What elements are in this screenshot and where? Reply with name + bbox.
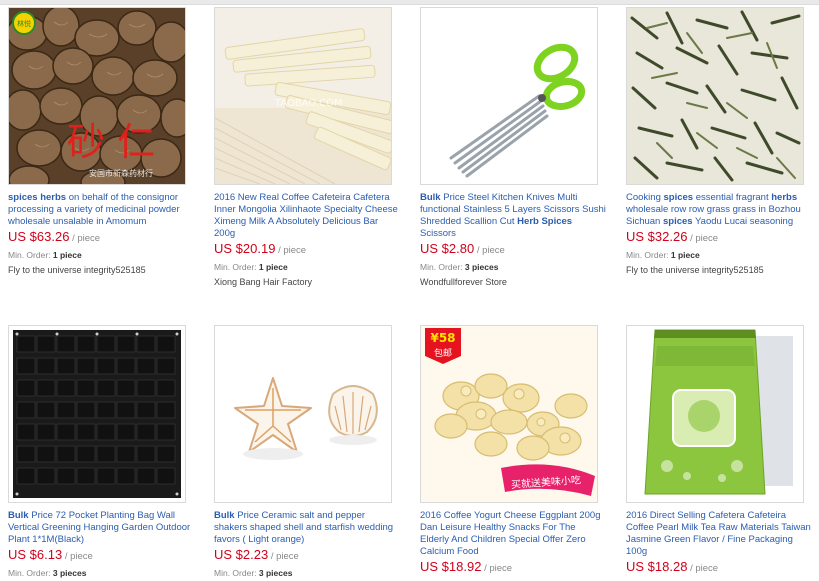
store-link[interactable]: Fly to the universe integrity525185 (8, 265, 146, 275)
title-text: essential fragrant (693, 192, 772, 203)
image-watermark-text: 砂 仁 (67, 120, 155, 164)
product-price: US $18.28 / piece (626, 559, 719, 574)
title-text: Price 72 Pocket Planting Bag Wall Vertic… (8, 510, 191, 545)
title-text: 2016 Coffee Yogurt Cheese Eggplant 200g … (420, 510, 601, 557)
product-title-link[interactable]: spices herbs on behalf of the consignor … (8, 192, 194, 228)
price-badge-text: ¥58 (430, 331, 455, 345)
title-keyword: spices (662, 216, 693, 227)
min-order: Min. Order: 1 piece (8, 250, 82, 260)
title-text: 2016 Direct Selling Cafetera Cafeteira C… (626, 510, 811, 557)
store-link[interactable]: Fly to the universe integrity525185 (626, 265, 764, 275)
product-price: US $20.19 / piece (214, 241, 307, 256)
title-keyword: Bulk (214, 510, 235, 521)
product-card[interactable]: TAOBAO.COM 2016 New Real Coffee Cafeteir… (214, 7, 404, 287)
product-image[interactable] (626, 7, 804, 185)
min-order: Min. Order: 1 piece (626, 250, 700, 260)
product-card[interactable]: Bulk Price Ceramic salt and pepper shake… (214, 325, 404, 581)
product-image[interactable] (420, 7, 598, 185)
product-image[interactable] (8, 325, 186, 503)
title-keyword: herbs (771, 192, 798, 203)
herb-scissors-image (421, 8, 597, 184)
title-keyword: spices herbs (8, 192, 67, 203)
store-link[interactable]: Wondfullforever Store (420, 277, 507, 287)
tea-package-image (627, 326, 803, 502)
min-order: Min. Order: 1 piece (214, 262, 288, 272)
product-title-link[interactable]: 2016 Coffee Yogurt Cheese Eggplant 200g … (420, 510, 606, 558)
product-image[interactable]: TAOBAO.COM (214, 7, 392, 185)
svg-text:安国市新森药材行: 安国市新森药材行 (89, 168, 153, 178)
svg-text:TAOBAO.COM: TAOBAO.COM (274, 98, 343, 109)
yogurt-cheese-image: ¥58 包邮 买就送美味小吃 (421, 326, 597, 502)
min-order: Min. Order: 3 pieces (420, 262, 499, 272)
product-card[interactable]: ¥58 包邮 买就送美味小吃 2016 Coffee Yogurt Cheese… (420, 325, 610, 581)
title-keyword: Bulk (420, 192, 441, 203)
product-title-link[interactable]: 2016 New Real Coffee Cafeteira Cafetera … (214, 192, 400, 240)
title-text: Price Steel Kitchen Knives Multi functio… (420, 192, 606, 227)
product-image[interactable] (626, 325, 804, 503)
product-price: US $2.80 / piece (420, 241, 505, 256)
product-price: US $18.92 / piece (420, 559, 513, 574)
planting-bag-image (9, 326, 185, 502)
product-price: US $32.26 / piece (626, 229, 719, 244)
product-card[interactable]: Bulk Price Steel Kitchen Knives Multi fu… (420, 7, 610, 287)
product-price: US $6.13 / piece (8, 547, 93, 562)
store-link[interactable]: Xiong Bang Hair Factory (214, 277, 312, 287)
product-card[interactable]: Cooking spices essential fragrant herbs … (626, 7, 816, 282)
min-order: Min. Order: 3 pieces (8, 568, 87, 578)
title-text: Price Ceramic salt and pepper shakers sh… (214, 510, 394, 545)
title-text: Cooking (626, 192, 664, 203)
title-text: Yaodu Lucai seasoning (692, 216, 794, 227)
shell-shakers-image (215, 326, 391, 502)
product-title-link[interactable]: Cooking spices essential fragrant herbs … (626, 192, 812, 228)
product-price: US $2.23 / piece (214, 547, 299, 562)
dried-herbs-image (627, 8, 803, 184)
min-order: Min. Order: 3 pieces (214, 568, 293, 578)
product-title-link[interactable]: 2016 Direct Selling Cafetera Cafeteira C… (626, 510, 812, 558)
amomum-seeds-image: 林悦 砂 仁 安国市新森药材行 (9, 8, 185, 184)
title-keyword: Bulk (8, 510, 29, 521)
product-image[interactable] (214, 325, 392, 503)
title-keyword: Herb Spices (517, 216, 573, 227)
product-image[interactable]: ¥58 包邮 买就送美味小吃 (420, 325, 598, 503)
svg-text:包邮: 包邮 (434, 347, 452, 359)
product-title-link[interactable]: Bulk Price 72 Pocket Planting Bag Wall V… (8, 510, 194, 546)
product-title-link[interactable]: Bulk Price Steel Kitchen Knives Multi fu… (420, 192, 606, 240)
title-keyword: spices (663, 192, 694, 203)
title-text: Scissors (420, 228, 456, 239)
title-text: 2016 New Real Coffee Cafeteira Cafetera … (214, 192, 398, 239)
svg-text:林悦: 林悦 (17, 19, 31, 28)
product-card[interactable]: 2016 Direct Selling Cafetera Cafeteira C… (626, 325, 816, 581)
product-image[interactable]: 林悦 砂 仁 安国市新森药材行 (8, 7, 186, 185)
product-price: US $63.26 / piece (8, 229, 101, 244)
cheese-bars-image: TAOBAO.COM (215, 8, 391, 184)
product-title-link[interactable]: Bulk Price Ceramic salt and pepper shake… (214, 510, 400, 546)
product-card[interactable]: Bulk Price 72 Pocket Planting Bag Wall V… (8, 325, 198, 581)
top-border (0, 0, 819, 5)
product-card[interactable]: 林悦 砂 仁 安国市新森药材行 spices herbs on behalf o… (8, 7, 198, 282)
